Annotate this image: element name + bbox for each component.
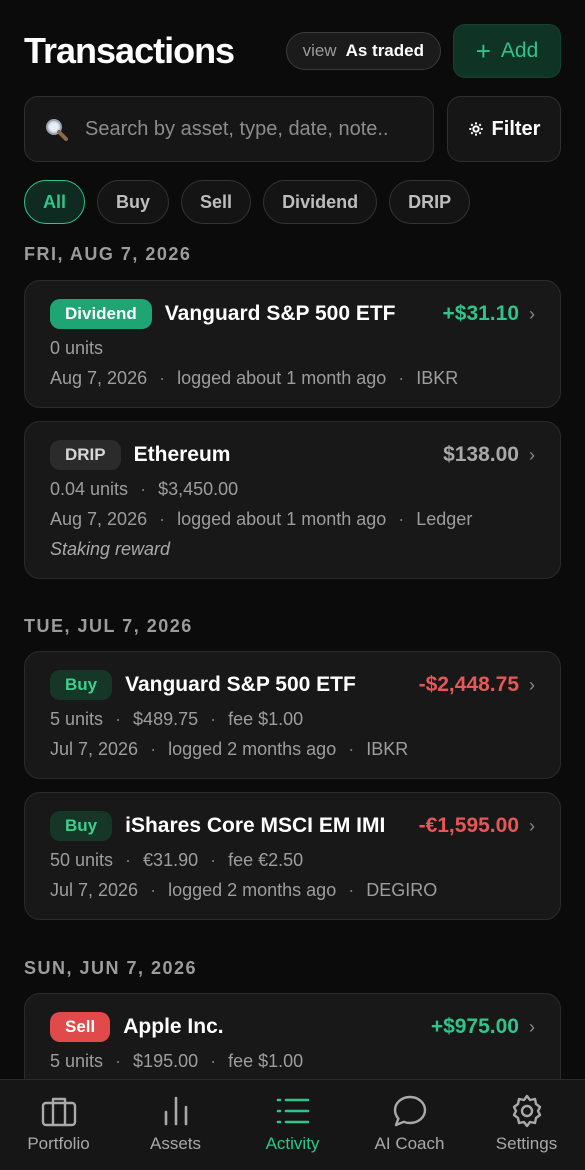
transaction-card[interactable]: Buy Vanguard S&P 500 ETF -$2,448.75 › 5 … [24, 651, 561, 779]
nav-label: AI Coach [374, 1134, 445, 1153]
date-header: SUN, JUN 7, 2026 [24, 958, 198, 978]
price: $3,450.00 [158, 479, 239, 499]
units: 50 units [50, 850, 114, 870]
date-header: TUE, JUL 7, 2026 [24, 616, 193, 636]
nav-label: Activity [265, 1134, 320, 1153]
type-badge: Dividend [50, 299, 152, 329]
units: 0.04 units [50, 479, 129, 499]
amount: -€1,595.00 [418, 814, 519, 837]
price: €31.90 [143, 850, 199, 870]
broker: IBKR [366, 739, 409, 759]
nav-portfolio[interactable]: Portfolio [0, 1080, 117, 1170]
gear-icon [512, 1094, 541, 1128]
search-box[interactable] [24, 96, 434, 162]
units: 5 units [50, 1051, 104, 1071]
asset-name: Vanguard S&P 500 ETF [125, 673, 356, 696]
chip-drip[interactable]: DRIP [389, 180, 471, 224]
bar-chart-icon [164, 1096, 187, 1126]
nav-label: Settings [495, 1134, 558, 1153]
nav-label: Assets [149, 1134, 202, 1153]
search-row: Filter [24, 96, 561, 162]
meta-line: Jul 7, 2026 · logged 2 months ago · IBKR [50, 739, 409, 759]
bottom-nav: Portfolio Assets Activity AI Coach Setti… [0, 1079, 585, 1170]
search-icon [46, 119, 68, 141]
price: $195.00 [133, 1051, 199, 1071]
add-label: Add [500, 39, 539, 62]
units: 5 units [50, 709, 104, 729]
logged-time: logged about 1 month ago [177, 368, 387, 388]
view-mode-toggle[interactable]: view As traded [285, 32, 441, 70]
briefcase-icon [41, 1097, 76, 1127]
meta-line: Aug 7, 2026 · logged about 1 month ago · IBK… [50, 368, 459, 388]
units-line: 0 units [50, 338, 535, 359]
type-badge: Sell [50, 1012, 111, 1042]
chevron-right-icon: › [529, 815, 535, 836]
chip-sell[interactable]: Sell [181, 180, 252, 224]
date-header: FRI, AUG 7, 2026 [24, 244, 192, 264]
chip-all[interactable]: All [24, 180, 86, 224]
trade-date: Aug 7, 2026 [50, 368, 148, 388]
page-title: Transactions [24, 30, 235, 71]
transaction-card[interactable]: Buy iShares Core MSCI EM IMI -€1,595.00 … [24, 792, 561, 920]
chevron-right-icon: › [529, 303, 535, 324]
plus-icon: + [475, 36, 491, 66]
nav-label: Portfolio [27, 1134, 90, 1153]
amount: -$2,448.75 [418, 673, 519, 696]
broker: DEGIRO [366, 880, 438, 900]
nav-assets[interactable]: Assets [117, 1080, 234, 1170]
chevron-right-icon: › [529, 444, 535, 465]
asset-name: Vanguard S&P 500 ETF [164, 302, 396, 325]
transaction-card[interactable]: Dividend Vanguard S&P 500 ETF +$31.10 › … [24, 280, 561, 408]
logged-time: logged about 1 month ago [177, 509, 387, 529]
asset-name: Ethereum [133, 443, 231, 466]
view-mode-label: view [302, 41, 337, 60]
search-input[interactable] [85, 117, 433, 141]
view-mode-value: As traded [345, 41, 424, 60]
filter-label: Filter [491, 117, 541, 140]
type-filter-chips: All Buy Sell Dividend DRIP [24, 180, 471, 224]
trade-date: Jul 7, 2026 [50, 739, 139, 759]
chevron-right-icon: › [529, 674, 535, 695]
amount: $138.00 [443, 443, 519, 466]
nav-ai-coach[interactable]: AI Coach [351, 1080, 468, 1170]
logged-time: logged 2 months ago [168, 739, 337, 759]
fee: fee €2.50 [228, 850, 304, 870]
amount: +$31.10 [442, 302, 520, 325]
chip-buy[interactable]: Buy [97, 180, 170, 224]
units-line: 5 units · $195.00 · fee $1.00 [50, 1051, 304, 1071]
type-badge: DRIP [50, 440, 121, 470]
gear-icon [468, 122, 483, 136]
trade-date: Jul 7, 2026 [50, 880, 139, 900]
meta-line: Aug 7, 2026 · logged about 1 month ago · Led… [50, 509, 473, 529]
asset-name: iShares Core MSCI EM IMI [125, 814, 386, 837]
transaction-note: Staking reward [50, 539, 171, 559]
broker: Ledger [416, 509, 473, 529]
fee: fee $1.00 [228, 1051, 304, 1071]
filter-button[interactable]: Filter [447, 96, 561, 162]
list-icon [276, 1098, 309, 1124]
fee: fee $1.00 [228, 709, 304, 729]
add-transaction-button[interactable]: + Add [453, 24, 561, 78]
units-line: 50 units · €31.90 · fee €2.50 [50, 850, 304, 870]
trade-date: Aug 7, 2026 [50, 509, 148, 529]
header: Transactions view As traded + Add [24, 24, 561, 78]
chevron-right-icon: › [529, 1016, 535, 1037]
broker: IBKR [416, 368, 459, 388]
nav-settings[interactable]: Settings [468, 1080, 585, 1170]
chat-bubble-icon [393, 1095, 426, 1127]
transaction-card[interactable]: DRIP Ethereum $138.00 › 0.04 units · $3,45… [24, 421, 561, 579]
units-line: 5 units · $489.75 · fee $1.00 [50, 709, 304, 729]
meta-line: Jul 7, 2026 · logged 2 months ago · DEGIRO [50, 880, 438, 900]
price: $489.75 [133, 709, 199, 729]
type-badge: Buy [50, 670, 113, 700]
chip-dividend[interactable]: Dividend [263, 180, 378, 224]
asset-name: Apple Inc. [123, 1015, 224, 1038]
units-line: 0.04 units · $3,450.00 [50, 479, 239, 499]
units: 0 units [50, 338, 104, 358]
nav-activity[interactable]: Activity [234, 1080, 351, 1170]
logged-time: logged 2 months ago [168, 880, 337, 900]
type-badge: Buy [50, 811, 113, 841]
amount: +$975.00 [430, 1015, 519, 1038]
